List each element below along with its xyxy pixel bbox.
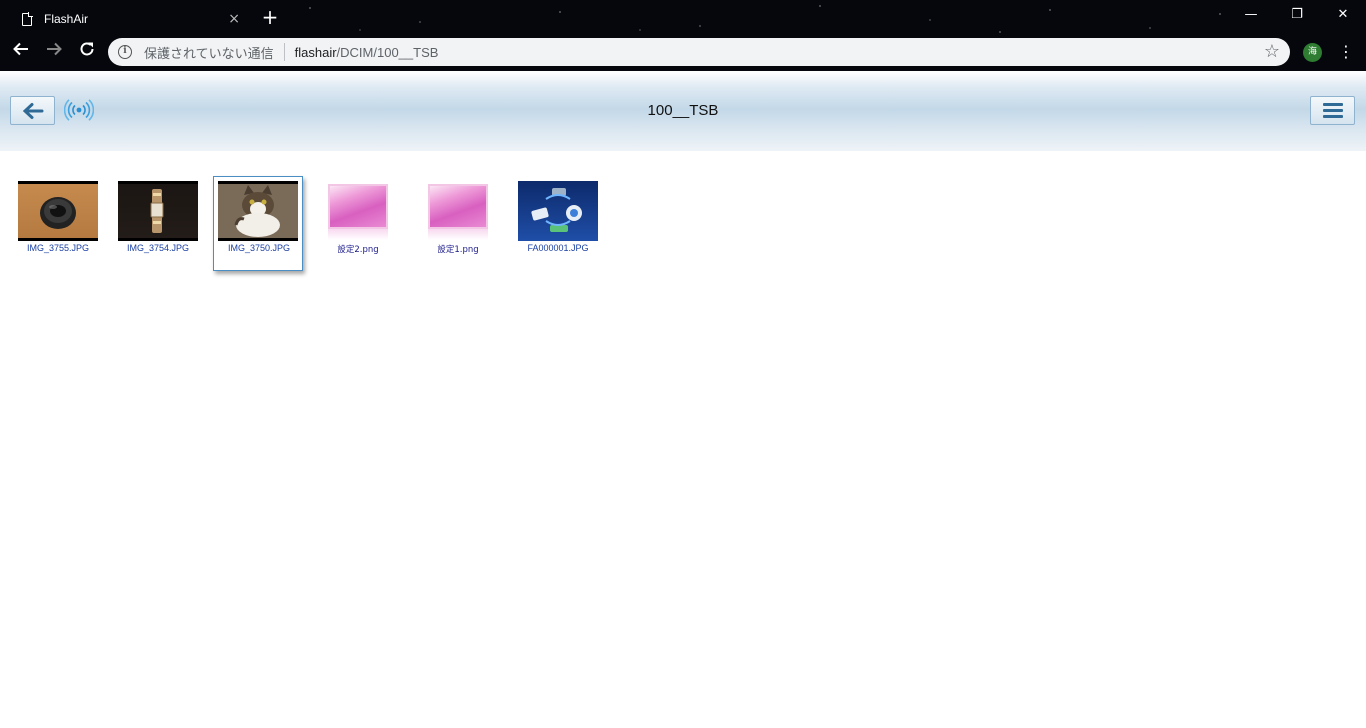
three-dot-menu-icon[interactable]: ⋮ (1338, 40, 1354, 64)
file-thumbnail (18, 181, 98, 241)
file-item[interactable]: 設定2.png (308, 176, 398, 271)
back-arrow-icon (13, 42, 28, 56)
address-bar[interactable]: i 保護されていない通信 flashair/DCIM/100__TSB ☆ (108, 38, 1290, 66)
browser-tab[interactable]: FlashAir × (8, 4, 248, 34)
forward-arrow-icon (47, 42, 62, 56)
avatar[interactable]: 海 (1303, 43, 1322, 62)
url-path: /DCIM/100__TSB (336, 44, 439, 60)
new-tab-button[interactable]: + (258, 5, 282, 29)
file-thumbnail (518, 181, 598, 241)
info-icon[interactable]: i (118, 45, 132, 59)
url-host: flashair (294, 44, 337, 60)
file-item-selected[interactable]: IMG_3750.JPG (213, 176, 303, 271)
page-icon (22, 11, 33, 26)
file-thumbnail (118, 181, 198, 241)
file-item[interactable]: IMG_3755.JPG (8, 176, 98, 271)
app-header: 100__TSB (0, 71, 1366, 151)
file-grid: IMG_3755.JPG IMG_3754.JPG IMG_3750.JPG 設… (8, 176, 1358, 276)
star-icon[interactable]: ☆ (1264, 41, 1280, 62)
file-thumbnail (428, 184, 488, 240)
file-name: FA000001.JPG (527, 243, 589, 253)
file-name: 設定1.png (437, 245, 479, 255)
file-item[interactable]: FA000001.JPG (508, 176, 598, 271)
window-controls: — ❐ ✕ (1228, 0, 1366, 30)
forward-button[interactable] (42, 40, 66, 64)
hamburger-menu-icon[interactable] (1310, 96, 1355, 125)
back-button[interactable] (9, 40, 33, 64)
file-name: 設定2.png (337, 245, 379, 255)
divider (283, 43, 285, 61)
file-item[interactable]: IMG_3754.JPG (108, 176, 198, 271)
security-status-text: 保護されていない通信 (144, 46, 274, 62)
page-title: 100__TSB (647, 102, 719, 119)
file-name: IMG_3755.JPG (26, 243, 90, 253)
tab-close-icon[interactable]: × (228, 11, 240, 27)
restore-button[interactable]: ❐ (1274, 0, 1320, 30)
file-name: IMG_3750.JPG (227, 243, 291, 253)
reload-icon (80, 42, 94, 56)
file-thumbnail (218, 181, 298, 241)
file-thumbnail (328, 184, 388, 240)
minimize-button[interactable]: — (1228, 0, 1274, 30)
url-text[interactable]: flashair/DCIM/100__TSB (295, 45, 439, 60)
tab-title: FlashAir (44, 12, 89, 26)
close-window-button[interactable]: ✕ (1320, 0, 1366, 30)
file-name: IMG_3754.JPG (126, 243, 190, 253)
file-item[interactable]: 設定1.png (408, 176, 498, 271)
reload-button[interactable] (75, 40, 99, 64)
browser-chrome: FlashAir × + — ❐ ✕ i 保護されていない通信 flashair… (0, 0, 1366, 71)
